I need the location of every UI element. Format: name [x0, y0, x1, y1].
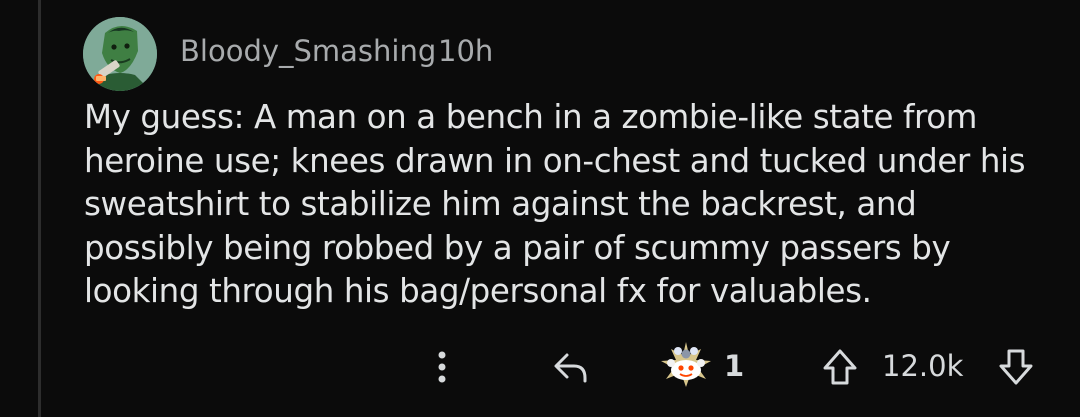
reply-arrow-icon	[554, 353, 587, 383]
award-button[interactable]	[654, 341, 718, 391]
comment-timestamp: 10h	[438, 34, 494, 68]
vote-score: 12.0k	[882, 349, 964, 383]
more-vertical-icon	[438, 351, 446, 383]
more-options-button[interactable]	[430, 347, 454, 387]
avatar-image	[83, 17, 157, 91]
upvote-button[interactable]	[818, 347, 862, 387]
comment-actions: 1 12.0k	[0, 335, 1080, 395]
award-count: 1	[724, 349, 745, 383]
downvote-button[interactable]	[994, 347, 1038, 387]
downvote-arrow-icon	[999, 349, 1033, 385]
user-avatar[interactable]	[83, 17, 157, 91]
upvote-arrow-icon	[823, 349, 857, 385]
reply-button[interactable]	[548, 347, 592, 387]
comment-body: My guess: A man on a bench in a zombie-l…	[84, 98, 1026, 310]
reddit-award-icon	[661, 342, 711, 387]
comment-username[interactable]: Bloody_Smashing	[180, 33, 436, 69]
